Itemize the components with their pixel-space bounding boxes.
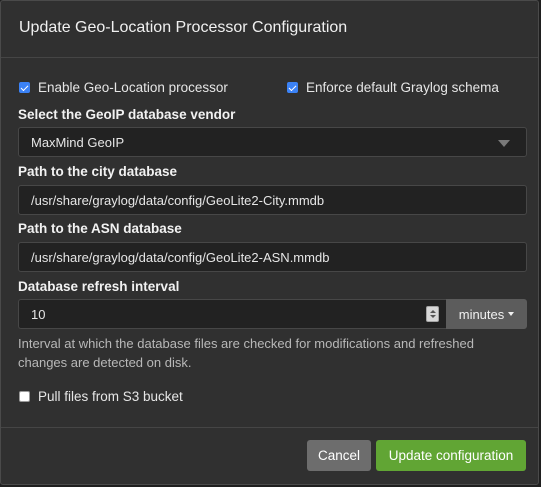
refresh-interval-input[interactable]: 10 [18, 299, 446, 329]
caret-down-icon [508, 312, 515, 316]
vendor-label: Select the GeoIP database vendor [18, 107, 236, 122]
vendor-select-value: MaxMind GeoIP [31, 134, 125, 150]
asn-db-input[interactable]: /usr/share/graylog/data/config/GeoLite2-… [18, 242, 527, 272]
update-configuration-button[interactable]: Update configuration [376, 440, 526, 471]
enable-processor-checkbox-row[interactable]: Enable Geo-Location processor [19, 80, 228, 95]
city-db-label: Path to the city database [18, 164, 178, 179]
cancel-button[interactable]: Cancel [307, 440, 371, 471]
refresh-unit-label: minutes [458, 306, 505, 322]
refresh-interval-group: 10 minutes [18, 299, 527, 329]
checkmark-icon [20, 82, 29, 91]
modal-body: Enable Geo-Location processor Enforce de… [1, 58, 538, 428]
city-db-value: /usr/share/graylog/data/config/GeoLite2-… [31, 192, 325, 208]
enable-processor-checkbox[interactable] [19, 82, 30, 93]
chevron-down-icon[interactable] [498, 140, 510, 147]
geo-location-config-modal: Update Geo-Location Processor Configurat… [0, 0, 539, 485]
spin-down-icon[interactable] [429, 315, 436, 318]
spin-up-icon[interactable] [429, 310, 436, 313]
refresh-unit-dropdown[interactable]: minutes [446, 299, 527, 329]
enforce-schema-label: Enforce default Graylog schema [306, 80, 499, 95]
refresh-interval-help: Interval at which the database files are… [18, 336, 474, 370]
checkmark-icon [288, 82, 297, 91]
modal-footer: Cancel Update configuration [1, 428, 538, 484]
enforce-schema-checkbox[interactable] [287, 82, 298, 93]
pull-s3-checkbox-row[interactable]: Pull files from S3 bucket [19, 389, 183, 404]
city-db-input[interactable]: /usr/share/graylog/data/config/GeoLite2-… [18, 185, 527, 215]
pull-s3-label: Pull files from S3 bucket [38, 389, 183, 404]
number-spinner[interactable] [426, 306, 439, 322]
modal-header: Update Geo-Location Processor Configurat… [1, 1, 538, 58]
refresh-interval-label: Database refresh interval [18, 279, 180, 294]
enable-processor-label: Enable Geo-Location processor [38, 80, 228, 95]
vendor-select[interactable]: MaxMind GeoIP [18, 127, 527, 157]
pull-s3-checkbox[interactable] [19, 391, 30, 402]
enforce-schema-checkbox-row[interactable]: Enforce default Graylog schema [287, 80, 499, 95]
modal-title: Update Geo-Location Processor Configurat… [19, 19, 348, 36]
refresh-interval-value: 10 [31, 306, 46, 322]
asn-db-label: Path to the ASN database [18, 221, 182, 236]
asn-db-value: /usr/share/graylog/data/config/GeoLite2-… [31, 249, 330, 265]
